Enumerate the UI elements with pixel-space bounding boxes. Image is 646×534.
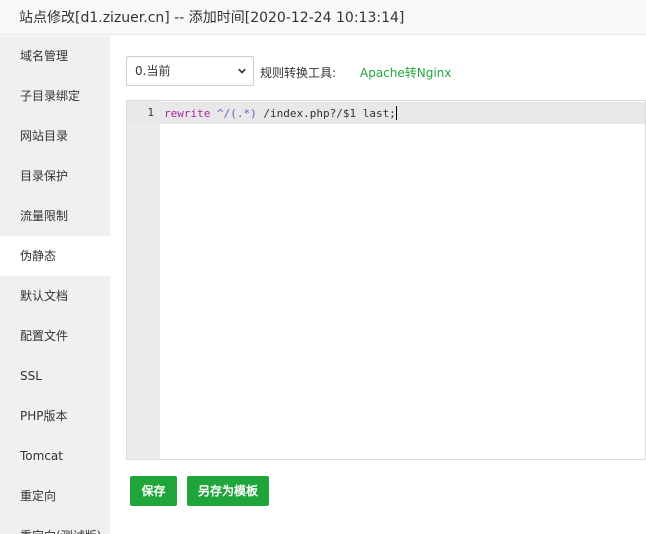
- sidebar-item-redirect-beta[interactable]: 重定向(测试版): [0, 516, 110, 534]
- code-keyword: rewrite: [164, 107, 211, 120]
- sidebar-item-php-version[interactable]: PHP版本: [0, 396, 110, 436]
- rule-template-select-value: 0.当前: [135, 64, 171, 78]
- chevron-down-icon: [238, 68, 246, 74]
- sidebar: 域名管理 子目录绑定 网站目录 目录保护 流量限制 伪静态 默认文档 配置文件 …: [0, 36, 110, 534]
- sidebar-item-redirect[interactable]: 重定向: [0, 476, 110, 516]
- sidebar-item-rewrite[interactable]: 伪静态: [0, 236, 110, 276]
- sidebar-item-traffic-limit[interactable]: 流量限制: [0, 196, 110, 236]
- code-rest: /index.php?/$1 last;: [256, 107, 396, 120]
- editor-gutter: [127, 101, 160, 459]
- code-pattern: ^/(.*): [216, 107, 257, 120]
- sidebar-item-directory-protection[interactable]: 目录保护: [0, 156, 110, 196]
- sidebar-item-domain-management[interactable]: 域名管理: [0, 36, 110, 76]
- converter-label: 规则转换工具:: [260, 66, 337, 80]
- line-number: 1: [147, 106, 154, 119]
- sidebar-item-default-document[interactable]: 默认文档: [0, 276, 110, 316]
- rewrite-code-editor[interactable]: 1 rewrite ^/(.*) /index.php?/$1 last;: [126, 100, 646, 460]
- rule-template-select[interactable]: 0.当前: [126, 56, 254, 86]
- sidebar-item-config-file[interactable]: 配置文件: [0, 316, 110, 356]
- save-button[interactable]: 保存: [130, 476, 177, 506]
- main-panel: 0.当前 规则转换工具: Apache转Nginx 1 rewrite ^/(.…: [110, 36, 646, 534]
- apache-to-nginx-link[interactable]: Apache转Nginx: [360, 64, 451, 81]
- text-cursor: [395, 106, 397, 120]
- sidebar-item-ssl[interactable]: SSL: [0, 356, 110, 396]
- save-as-template-button[interactable]: 另存为模板: [187, 476, 269, 506]
- window-titlebar: 站点修改[d1.zizuer.cn] -- 添加时间[2020-12-24 10…: [0, 0, 646, 35]
- code-line[interactable]: rewrite ^/(.*) /index.php?/$1 last;: [164, 106, 397, 120]
- sidebar-item-site-directory[interactable]: 网站目录: [0, 116, 110, 156]
- sidebar-item-tomcat[interactable]: Tomcat: [0, 436, 110, 476]
- sidebar-item-subdirectory-binding[interactable]: 子目录绑定: [0, 76, 110, 116]
- window-title: 站点修改[d1.zizuer.cn] -- 添加时间[2020-12-24 10…: [19, 10, 405, 26]
